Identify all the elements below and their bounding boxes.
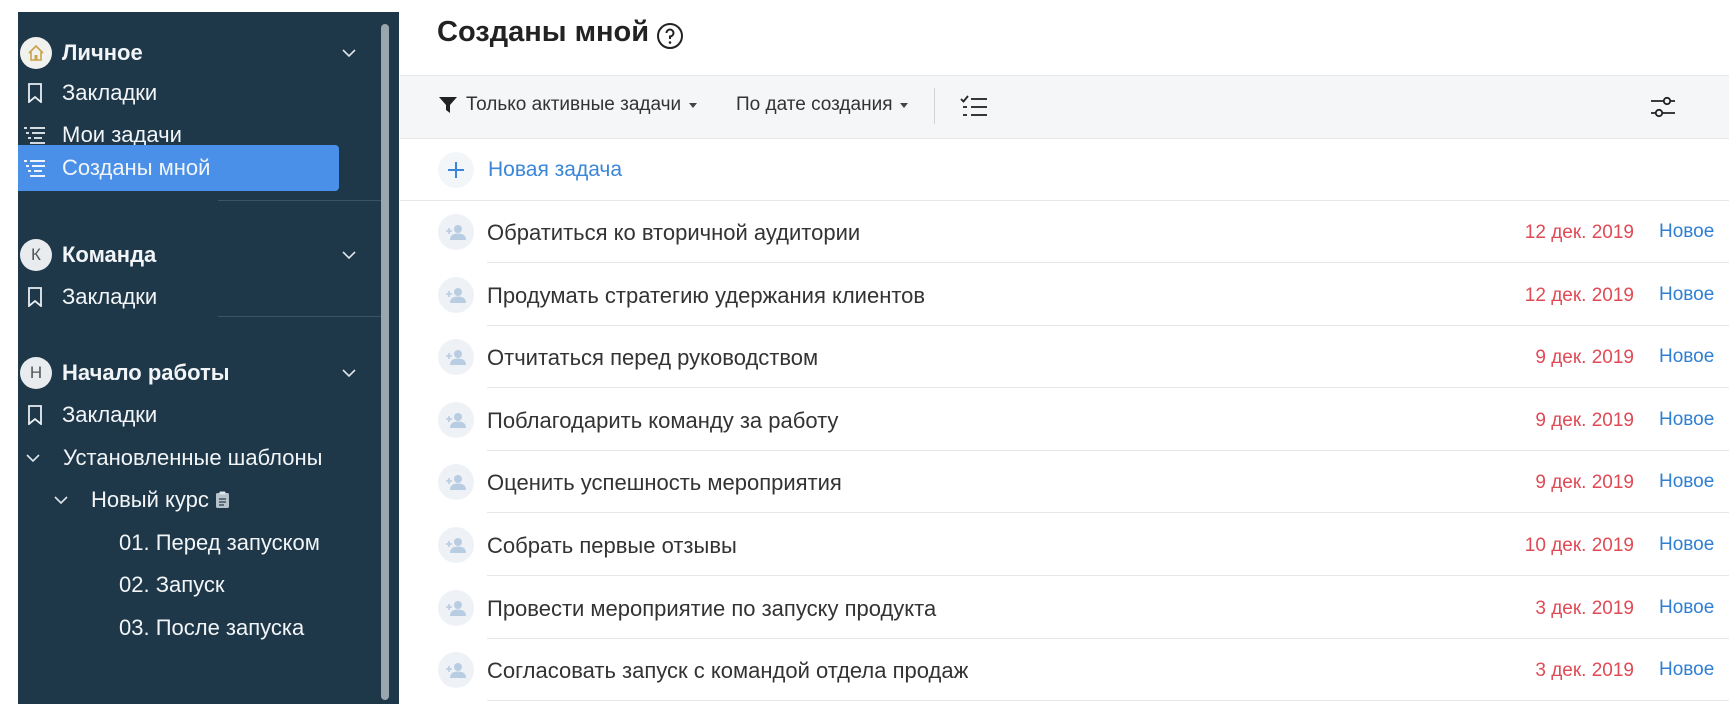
task-status[interactable]: Новое <box>1659 284 1714 306</box>
caret-down-icon <box>900 102 909 108</box>
task-list-icon <box>24 157 46 179</box>
new-course-wrap: Новый курс <box>91 487 230 513</box>
task-due-date: 9 дек. 2019 <box>1535 347 1634 369</box>
task-title[interactable]: Согласовать запуск с командой отдела про… <box>487 658 968 684</box>
plus-icon <box>438 152 474 188</box>
task-row[interactable]: Отчитаться перед руководством 9 дек. 201… <box>400 326 1729 389</box>
section-team-label: Команда <box>62 242 157 267</box>
section-team[interactable]: К Команда <box>18 232 374 278</box>
sidebar-item-template-step[interactable]: 02. Запуск <box>18 562 374 608</box>
chevron-down-icon[interactable] <box>340 44 358 62</box>
section-personal-label: Личное <box>62 40 143 65</box>
task-row[interactable]: Собрать первые отзывы 10 дек. 2019 Новое <box>400 514 1729 576</box>
sidebar-item-created-by-me[interactable]: Созданы мной <box>18 145 339 191</box>
task-status[interactable]: Новое <box>1659 409 1714 431</box>
task-title[interactable]: Провести мероприятие по запуску продукта <box>487 596 936 622</box>
chevron-down-icon[interactable] <box>340 246 358 264</box>
project-avatar: Н <box>20 357 52 389</box>
task-due-date: 9 дек. 2019 <box>1535 409 1634 431</box>
sidebar-item-installed-templates[interactable]: Установленные шаблоны <box>18 435 374 481</box>
add-assignee-icon[interactable] <box>438 652 474 689</box>
toolbar-divider <box>934 88 935 124</box>
sidebar-item-template-step[interactable]: 03. После запуска <box>18 605 374 651</box>
task-list-icon <box>24 124 46 146</box>
bookmark-icon <box>24 82 46 104</box>
sidebar-item-label: Закладки <box>62 402 158 427</box>
clipboard-icon <box>215 491 229 508</box>
bookmark-icon <box>24 404 46 426</box>
task-due-date: 3 дек. 2019 <box>1535 597 1634 619</box>
sidebar-item-personal-bookmarks[interactable]: Закладки <box>18 70 374 116</box>
sidebar-item-label: Новый курс <box>91 487 209 512</box>
task-due-date: 12 дек. 2019 <box>1524 222 1634 243</box>
chevron-down-icon[interactable] <box>24 449 42 467</box>
task-status[interactable]: Новое <box>1659 346 1714 368</box>
team-avatar: К <box>20 239 52 271</box>
sidebar-item-team-bookmarks[interactable]: Закладки <box>18 274 374 320</box>
add-assignee-icon[interactable] <box>438 401 474 438</box>
page-title: Созданы мной <box>437 16 650 48</box>
settings-sliders-icon[interactable] <box>1650 94 1676 120</box>
filter-label: Только активные задачи <box>466 94 682 115</box>
sidebar-item-template-step[interactable]: 01. Перед запуском <box>18 520 374 566</box>
new-task-label: Новая задача <box>488 158 623 181</box>
sidebar-item-label: 03. После запуска <box>119 615 305 640</box>
filter-dropdown[interactable]: Только активные задачи <box>438 94 698 116</box>
home-avatar-icon <box>20 37 52 69</box>
sidebar-item-label: 01. Перед запуском <box>119 530 320 555</box>
task-status[interactable]: Новое <box>1659 534 1714 556</box>
chevron-down-icon[interactable] <box>340 364 358 382</box>
task-status[interactable]: Новое <box>1659 659 1714 681</box>
sidebar-item-label: 02. Запуск <box>119 572 225 597</box>
chevron-down-icon[interactable] <box>52 491 70 509</box>
task-due-date: 9 дек. 2019 <box>1535 472 1634 494</box>
filter-icon <box>439 97 457 113</box>
sidebar-item-new-course[interactable]: Новый курс <box>18 477 374 523</box>
caret-down-icon <box>689 102 698 108</box>
sidebar-divider <box>218 200 386 201</box>
bookmark-icon <box>24 286 46 308</box>
sidebar-item-label: Закладки <box>62 284 158 309</box>
sidebar: Личное Закладки Мои задачи Созданы мной … <box>18 12 399 704</box>
task-due-date: 12 дек. 2019 <box>1524 284 1634 306</box>
toolbar: Только активные задачи По дате создания <box>400 75 1729 139</box>
task-title[interactable]: Отчитаться перед руководством <box>487 345 818 371</box>
sidebar-item-label: Закладки <box>62 80 158 105</box>
task-due-date: 3 дек. 2019 <box>1535 660 1634 682</box>
add-assignee-icon[interactable] <box>438 589 474 626</box>
task-row[interactable]: Продумать стратегию удержания клиентов 1… <box>400 264 1729 326</box>
section-getting-started[interactable]: Н Начало работы <box>18 350 374 396</box>
task-title[interactable]: Оценить успешность мероприятия <box>487 470 842 496</box>
sidebar-item-label: Созданы мной <box>62 155 211 180</box>
task-title[interactable]: Обратиться ко вторичной аудитории <box>487 220 860 246</box>
add-assignee-icon[interactable] <box>438 276 474 313</box>
task-row[interactable]: Поблагодарить команду за работу 9 дек. 2… <box>400 389 1729 451</box>
row-divider <box>487 700 1729 702</box>
sidebar-scrollbar[interactable] <box>381 24 389 700</box>
sort-label: По дате создания <box>736 94 893 115</box>
task-status[interactable]: Новое <box>1659 221 1714 243</box>
task-due-date: 10 дек. 2019 <box>1524 535 1634 556</box>
sidebar-divider <box>218 316 386 317</box>
add-assignee-icon[interactable] <box>438 339 474 376</box>
add-assignee-icon[interactable] <box>438 527 474 563</box>
task-status[interactable]: Новое <box>1659 471 1714 493</box>
add-assignee-icon[interactable] <box>438 214 474 250</box>
section-getting-started-label: Начало работы <box>62 360 230 385</box>
task-title[interactable]: Собрать первые отзывы <box>487 533 737 559</box>
new-task-button[interactable]: Новая задача <box>438 152 622 188</box>
task-row[interactable]: Оценить успешность мероприятия 9 дек. 20… <box>400 451 1729 514</box>
sort-dropdown[interactable]: По дате создания <box>736 94 909 116</box>
task-status[interactable]: Новое <box>1659 597 1714 619</box>
checklist-icon[interactable] <box>960 94 988 120</box>
task-row[interactable]: Обратиться ко вторичной аудитории 12 дек… <box>400 201 1729 263</box>
task-title[interactable]: Продумать стратегию удержания клиентов <box>487 283 925 309</box>
task-row[interactable]: Согласовать запуск с командой отдела про… <box>400 639 1729 702</box>
sidebar-item-label: Установленные шаблоны <box>63 445 323 470</box>
help-icon[interactable] <box>656 22 684 50</box>
add-assignee-icon[interactable] <box>438 464 474 501</box>
task-row[interactable]: Провести мероприятие по запуску продукта… <box>400 577 1729 639</box>
sidebar-item-start-bookmarks[interactable]: Закладки <box>18 392 374 438</box>
task-title[interactable]: Поблагодарить команду за работу <box>487 408 838 434</box>
